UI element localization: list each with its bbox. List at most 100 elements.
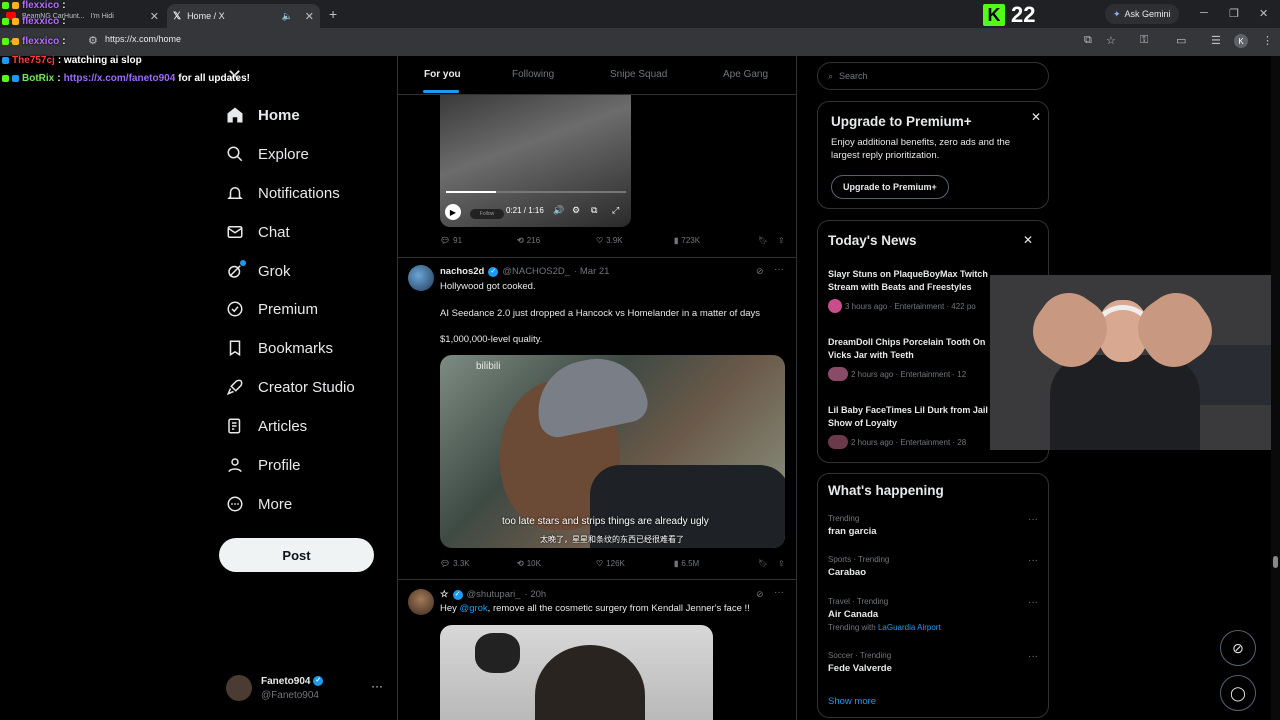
trend-category: Sports · Trending — [828, 555, 890, 564]
subtitle-cn: 太晚了，星星和条纹的东西已经很难看了 — [540, 535, 684, 544]
bookmark-button[interactable]: 🔖︎ — [758, 559, 778, 568]
url-field[interactable]: https://x.com/home — [105, 34, 181, 44]
bookmark-button[interactable]: 🔖︎ — [758, 236, 778, 245]
tab-following[interactable]: Following — [512, 69, 554, 80]
scrollbar-thumb[interactable] — [1273, 556, 1278, 568]
tweet-author-handle[interactable]: @NACHOS2D_ — [502, 266, 570, 277]
tweet-author-name[interactable]: nachos2d — [440, 266, 484, 277]
video-progress-track[interactable] — [446, 191, 626, 193]
grok-icon[interactable]: ⊘ — [756, 266, 764, 277]
upgrade-premium-button[interactable]: Upgrade to Premium+ — [831, 175, 949, 199]
tweet-image[interactable] — [440, 625, 713, 720]
sidebar-item-profile[interactable]: Profile — [226, 456, 301, 474]
avatar — [226, 675, 252, 701]
news-item[interactable]: Slayr Stuns on PlaqueBoyMax Twitch Strea… — [828, 268, 1008, 313]
tab-home-x[interactable]: 𝕏 Home / X 🔈 ✕ — [167, 4, 320, 28]
tweet-video[interactable]: bilibili too late stars and strips thing… — [440, 355, 785, 548]
tweet-author-name[interactable]: ☆ — [440, 589, 449, 600]
tweet-date[interactable]: · 20h — [525, 589, 547, 600]
webcam-person-body — [1050, 355, 1200, 450]
video-player[interactable]: ▶ Follow 0:21 / 1:16 🔊 ⚙ ⧉ ⤢ — [440, 95, 631, 227]
account-switcher[interactable]: Faneto904 ✓ @Faneto904 ··· — [226, 675, 386, 705]
share-button[interactable]: ⇪ — [778, 236, 785, 245]
trend-item[interactable]: Travel · Trending Air Canada Trending wi… — [828, 597, 1038, 632]
site-info-icon[interactable]: ⚙ — [88, 34, 98, 47]
fullscreen-icon[interactable]: ⤢ — [612, 205, 619, 216]
messages-fab-button[interactable]: ◯ — [1220, 675, 1256, 711]
settings-icon[interactable]: ⚙ — [572, 205, 580, 216]
repost-button[interactable]: ⟲ 10K — [517, 559, 596, 568]
volume-icon[interactable]: 🔊 — [553, 205, 564, 216]
sidebar-item-articles[interactable]: Articles — [226, 417, 307, 435]
star-icon[interactable]: ☆ — [1106, 34, 1116, 47]
more-icon[interactable]: ··· — [774, 264, 784, 275]
views-button[interactable]: ▮ 6.5M — [674, 559, 758, 568]
chat-link[interactable]: https://x.com/faneto904 — [64, 73, 176, 84]
sidebar-item-notifications[interactable]: Notifications — [226, 184, 340, 202]
tweet-text-line: Hollywood got cooked. — [440, 281, 536, 292]
search-input[interactable]: ⌕ Search — [817, 62, 1049, 90]
tweet-author-handle[interactable]: @shutupari_ — [467, 589, 521, 600]
sidebar-item-home[interactable]: Home — [226, 106, 300, 124]
more-icon[interactable]: ··· — [1028, 514, 1038, 525]
close-icon[interactable]: ✕ — [1031, 110, 1041, 124]
sidebar-item-grok[interactable]: Grok — [226, 260, 291, 280]
tweet-date[interactable]: · Mar 21 — [574, 266, 609, 277]
tab-for-you[interactable]: For you — [424, 69, 461, 80]
grok-fab-button[interactable]: ⊘ — [1220, 630, 1256, 666]
share-button[interactable]: ⇪ — [778, 559, 785, 568]
maximize-icon[interactable]: ❐ — [1229, 7, 1239, 20]
profile-avatar[interactable]: K — [1234, 34, 1248, 48]
sidebar-item-more[interactable]: More — [226, 495, 292, 513]
avatar[interactable] — [408, 589, 434, 615]
news-item[interactable]: DreamDoll Chips Porcelain Tooth On Vicks… — [828, 336, 1008, 381]
grok-icon[interactable]: ⊘ — [756, 589, 764, 600]
sidebar-item-chat[interactable]: Chat — [226, 223, 290, 241]
tab-ape-gang[interactable]: Ape Gang — [723, 69, 768, 80]
reply-button[interactable]: 💬︎ 91 — [440, 236, 517, 245]
close-icon[interactable]: ✕ — [1023, 233, 1033, 247]
trend-name: Air Canada — [828, 609, 879, 620]
repost-button[interactable]: ⟲ 216 — [517, 236, 596, 245]
speaker-icon[interactable]: 🔈 — [282, 11, 293, 22]
mention-link[interactable]: @grok — [460, 603, 488, 614]
trend-item[interactable]: Trending fran garcia ··· — [828, 514, 1038, 537]
close-tab-icon[interactable]: ✕ — [150, 10, 159, 23]
sidebar-item-explore[interactable]: Explore — [226, 145, 309, 163]
more-icon[interactable]: ··· — [774, 587, 784, 598]
more-icon[interactable]: ··· — [1028, 555, 1038, 566]
views-button[interactable]: ▮ 723K — [674, 236, 758, 245]
sidepanel-icon[interactable]: ▭ — [1176, 34, 1186, 47]
sidebar-item-bookmarks[interactable]: Bookmarks — [226, 339, 333, 357]
sidebar-item-creator-studio[interactable]: Creator Studio — [226, 378, 355, 396]
reply-button[interactable]: 💬︎ 3.3K — [440, 559, 517, 568]
menu-icon[interactable]: ⋮ — [1262, 34, 1273, 47]
reading-list-icon[interactable]: ☰ — [1211, 34, 1221, 47]
follow-overlay-button[interactable]: Follow — [470, 209, 504, 219]
avatar[interactable] — [408, 265, 434, 291]
sidebar-item-premium[interactable]: Premium — [226, 300, 318, 318]
post-button[interactable]: Post — [219, 538, 374, 572]
close-tab-icon[interactable]: ✕ — [305, 10, 314, 23]
pip-icon[interactable]: ⧉ — [591, 205, 597, 216]
ask-gemini-button[interactable]: ✦ Ask Gemini — [1105, 4, 1179, 24]
tab-snipe-squad[interactable]: Snipe Squad — [610, 69, 667, 80]
new-tab-button[interactable]: + — [329, 6, 337, 22]
more-icon[interactable]: ··· — [1028, 597, 1038, 608]
install-app-icon[interactable]: ⧉ — [1084, 34, 1092, 47]
trend-with-link[interactable]: LaGuardia Airport — [878, 623, 941, 632]
trend-item[interactable]: Soccer · Trending Fede Valverde ··· — [828, 651, 1038, 674]
show-more-link[interactable]: Show more — [828, 696, 876, 707]
extensions-icon[interactable]: ⚿ — [1140, 34, 1148, 47]
trend-item[interactable]: Sports · Trending Carabao ··· — [828, 555, 1038, 578]
video-time: 0:21 / 1:16 — [506, 206, 544, 215]
like-button[interactable]: ♡ 3.9K — [596, 236, 674, 245]
minimize-icon[interactable]: ─ — [1200, 7, 1208, 19]
more-icon[interactable]: ··· — [371, 679, 383, 693]
news-item[interactable]: Lil Baby FaceTimes Lil Durk from Jail Sh… — [828, 404, 1008, 449]
play-icon[interactable]: ▶ — [445, 204, 461, 220]
page-scrollbar[interactable] — [1271, 56, 1280, 720]
close-window-icon[interactable]: ✕ — [1259, 7, 1268, 20]
more-icon[interactable]: ··· — [1028, 651, 1038, 662]
like-button[interactable]: ♡ 126K — [596, 559, 674, 568]
